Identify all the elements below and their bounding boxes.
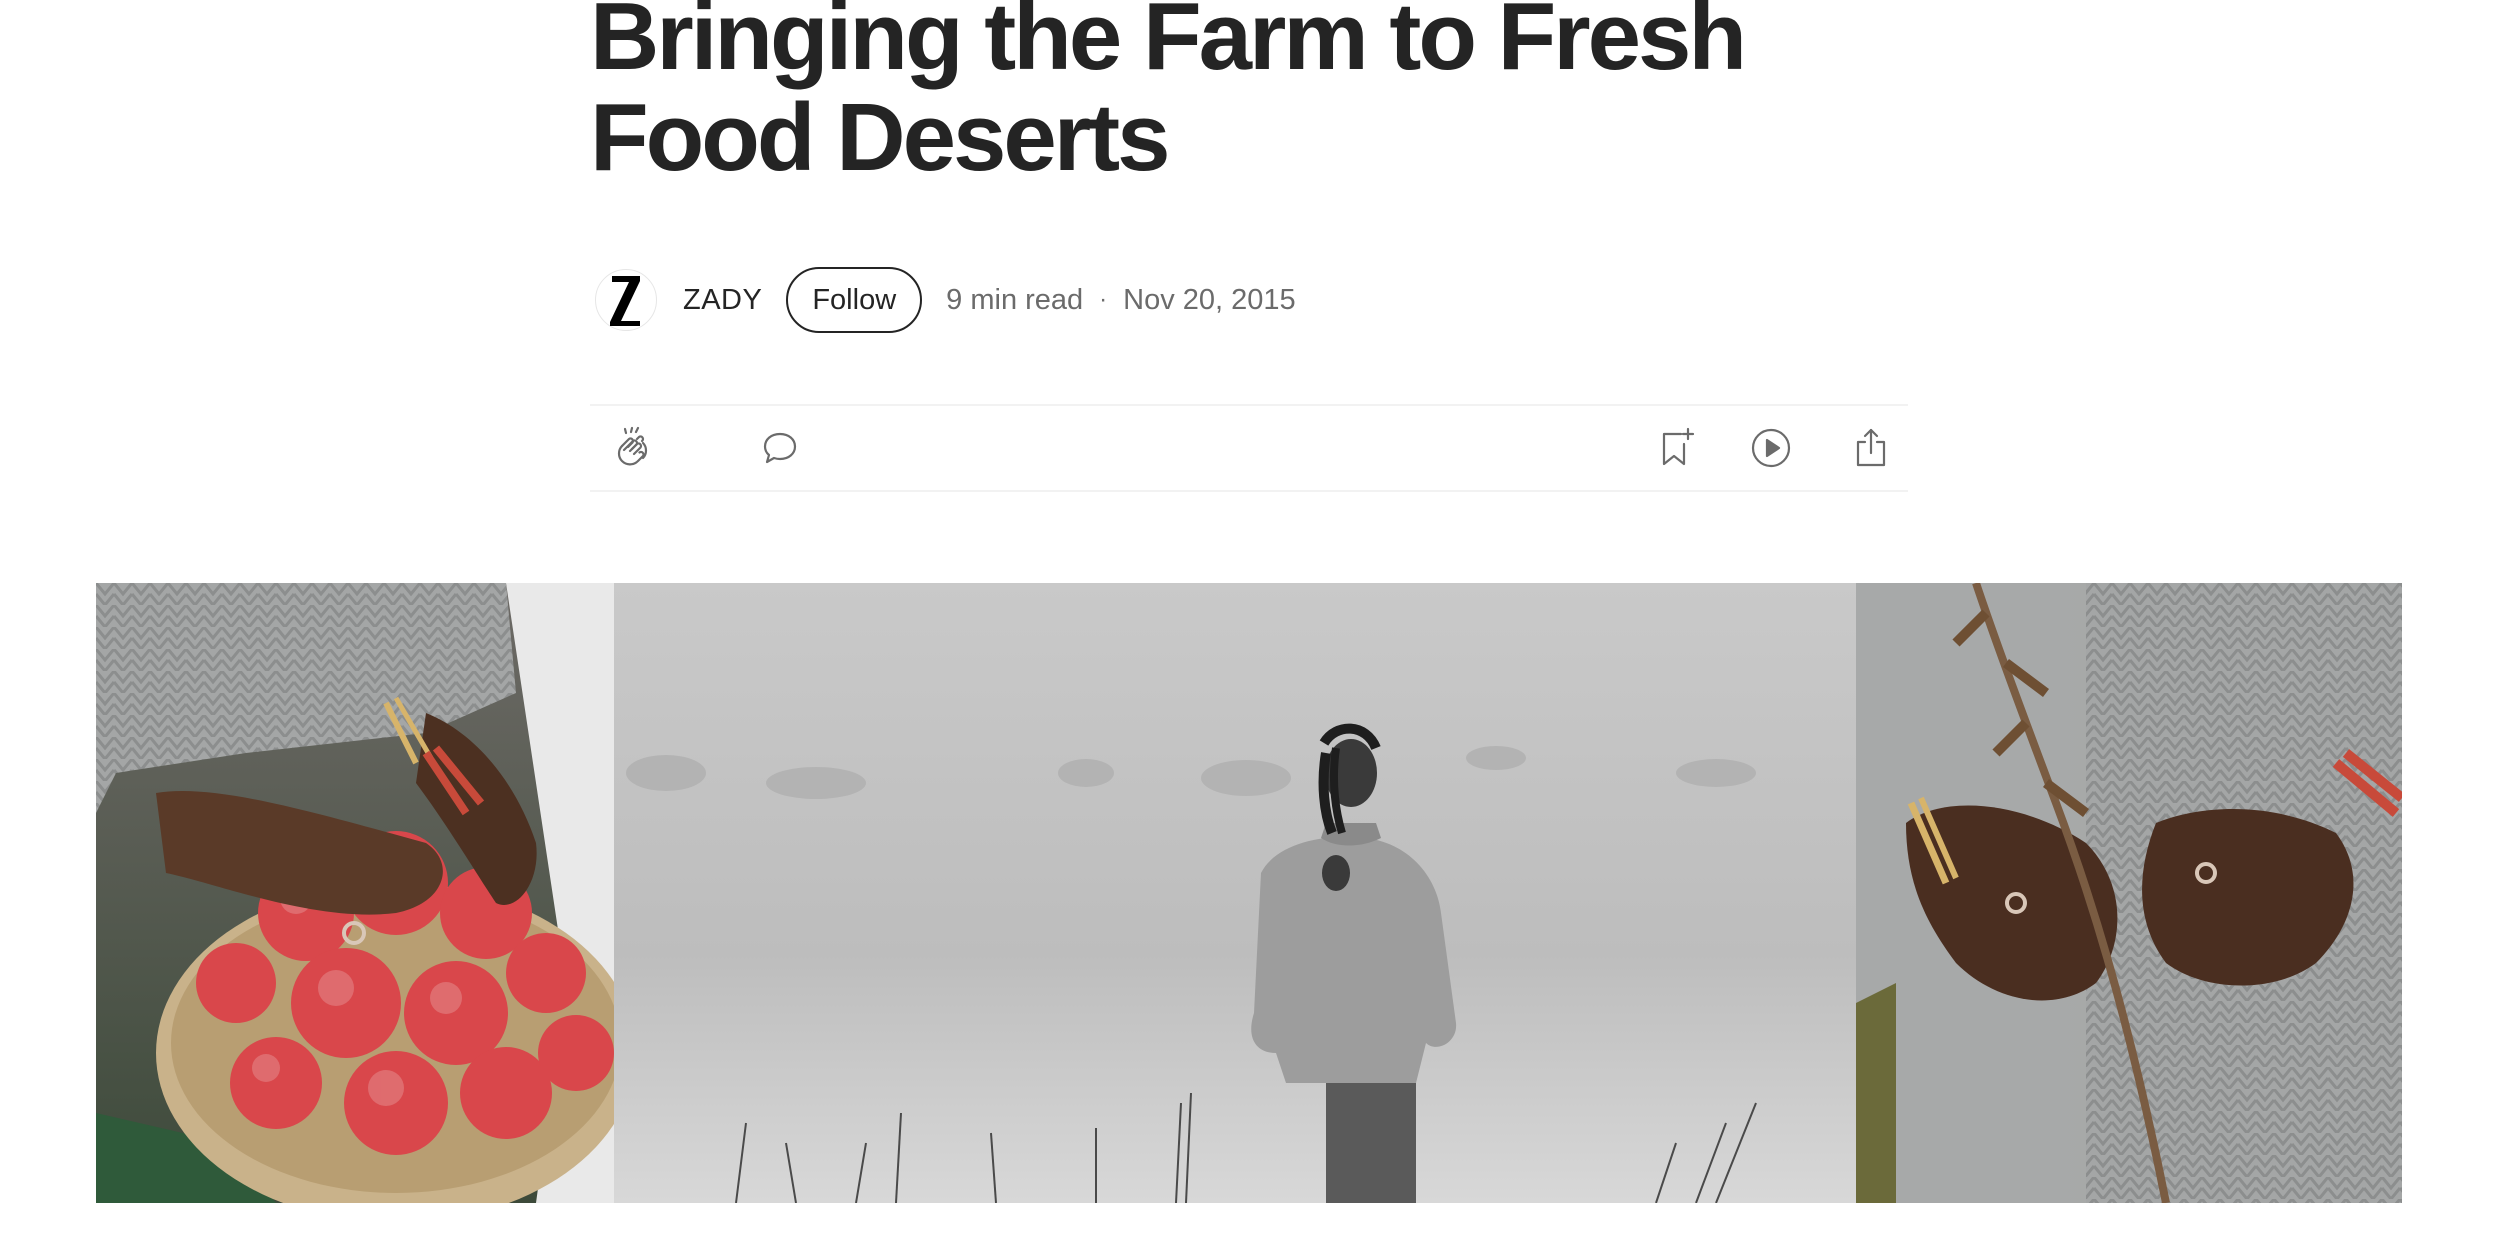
share-button[interactable] — [1841, 406, 1901, 490]
listen-button[interactable] — [1741, 406, 1801, 490]
play-icon — [1751, 428, 1791, 468]
clap-icon — [617, 426, 648, 466]
action-bar — [590, 404, 1908, 492]
hero-image — [96, 583, 2402, 1203]
byline: ZADY Follow 9 min read · Nov 20, 2015 — [590, 264, 1296, 336]
author-avatar[interactable] — [595, 269, 657, 331]
comment-icon — [763, 432, 797, 464]
share-icon — [1856, 428, 1886, 467]
article-title: Bringing the Farm to Fresh Food Deserts — [590, 0, 1747, 191]
zady-logo-icon — [610, 276, 640, 326]
meta-separator: · — [1099, 286, 1108, 313]
read-time: 9 min read — [946, 283, 1084, 316]
clap-button[interactable] — [604, 406, 664, 490]
author-name[interactable]: ZADY — [683, 284, 762, 317]
article-meta: 9 min read · Nov 20, 2015 — [946, 284, 1296, 317]
woman-in-field-photo — [614, 583, 1856, 1203]
hero-photo-collage — [96, 583, 2402, 1203]
apples-basket-photo — [96, 583, 636, 1203]
save-button[interactable] — [1646, 406, 1706, 490]
bookmark-add-icon — [1662, 427, 1695, 466]
hands-holding-stem-photo — [1856, 583, 2402, 1203]
comment-button[interactable] — [750, 406, 810, 490]
publish-date: Nov 20, 2015 — [1123, 283, 1296, 316]
article-page: Bringing the Farm to Fresh Food Deserts … — [0, 0, 2500, 1244]
follow-button[interactable]: Follow — [786, 267, 923, 333]
